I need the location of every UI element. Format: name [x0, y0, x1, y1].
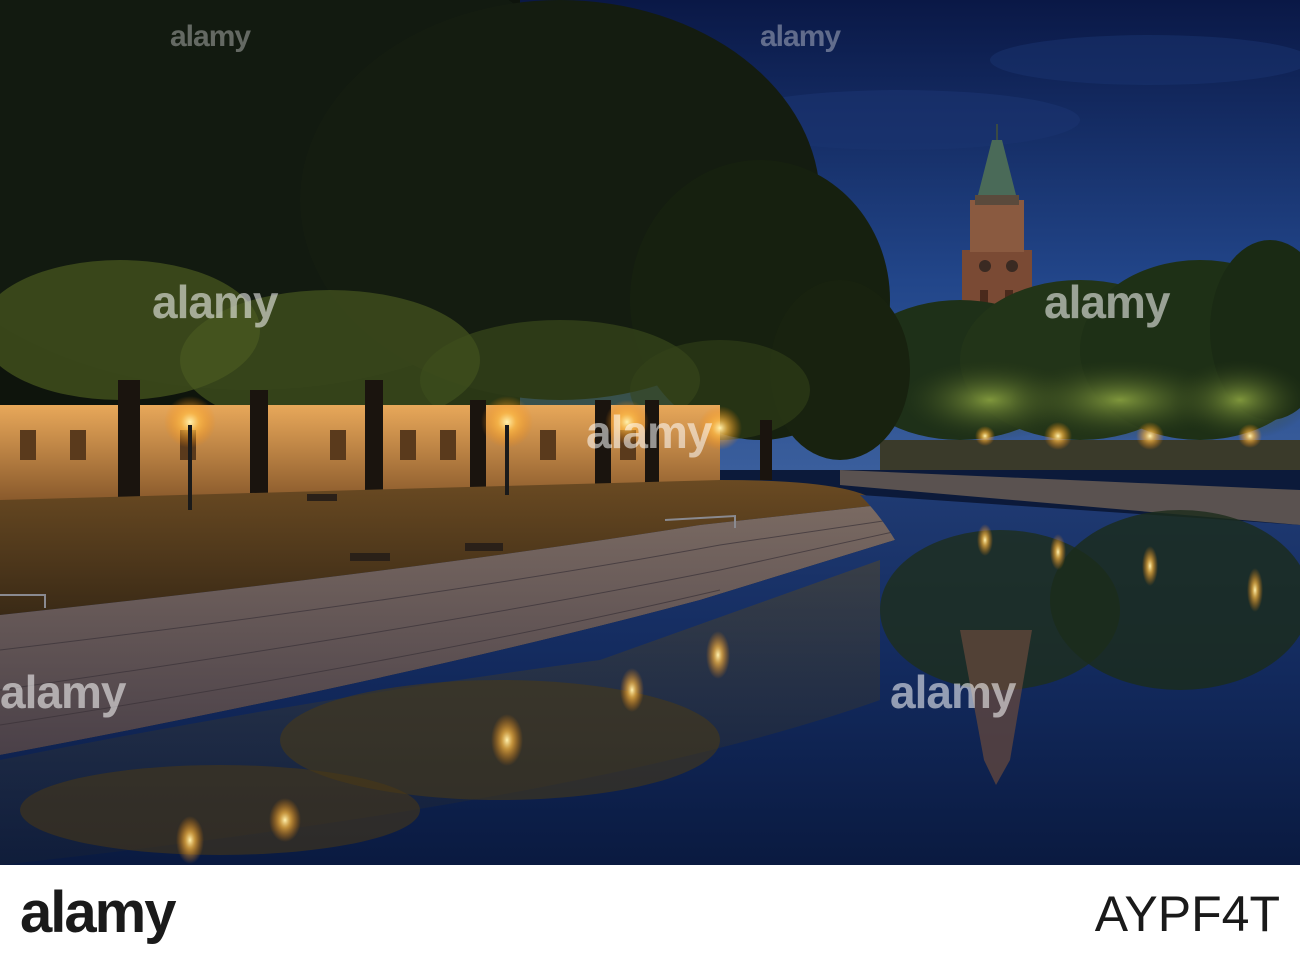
brand-logo: alamy — [20, 880, 176, 945]
image-id: AYPF4T — [1094, 886, 1280, 942]
river-night-scene — [0, 0, 1300, 865]
footer-bar: alamy AYPF4T — [0, 865, 1300, 954]
photo: alamy alamy alamy alamy alamy alamy alam… — [0, 0, 1300, 865]
